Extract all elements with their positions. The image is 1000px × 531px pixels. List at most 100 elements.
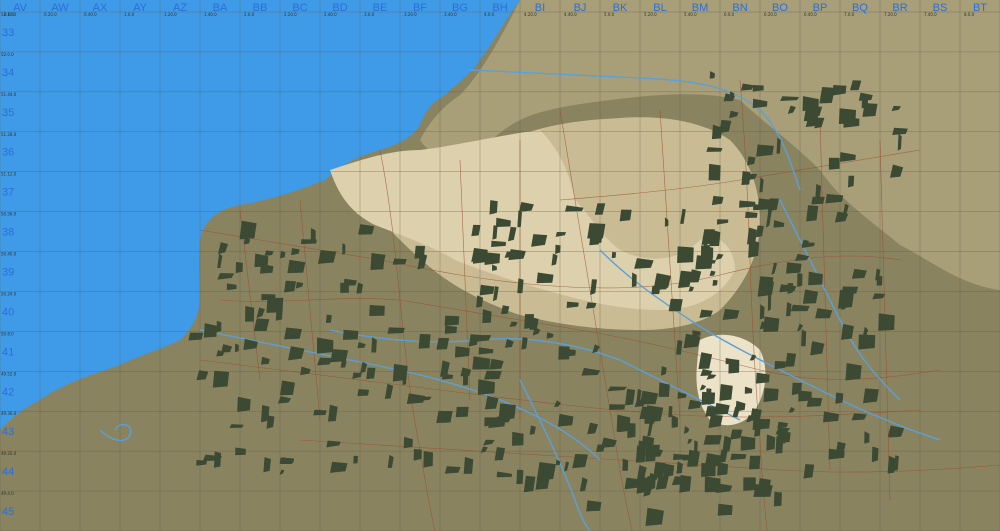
forest-patch xyxy=(414,245,426,259)
row-label-34: 34 xyxy=(2,67,14,79)
forest-patch xyxy=(741,170,751,185)
column-coordinate-label: 7.20.0 xyxy=(884,12,897,17)
forest-patch xyxy=(651,285,661,295)
row-coordinate-label: 52.0.0 xyxy=(1,52,14,57)
forest-patch xyxy=(767,294,772,312)
row-coordinate-label: 51.28.0 xyxy=(1,132,17,137)
row-label-43: 43 xyxy=(2,426,14,438)
column-coordinate-label: 6.0.0 xyxy=(724,12,735,17)
row-label-41: 41 xyxy=(2,346,14,358)
row-label-42: 42 xyxy=(2,386,14,398)
column-coordinate-label: 1.0.0 xyxy=(124,12,135,17)
forest-patch xyxy=(757,198,774,211)
forest-patch xyxy=(316,337,334,354)
row-coordinate-label: 49.36.0 xyxy=(1,411,17,416)
row-coordinate-label: 50.8.0 xyxy=(1,331,14,336)
forest-patch xyxy=(753,203,759,211)
row-label-40: 40 xyxy=(2,306,14,318)
column-coordinate-label: 7.0.0 xyxy=(844,12,855,17)
forest-patch xyxy=(749,455,761,470)
forest-patch xyxy=(284,327,302,340)
column-coordinate-label: 0.20.0 xyxy=(44,12,57,17)
forest-patch xyxy=(237,396,251,412)
forest-patch xyxy=(622,458,629,471)
forest-patch xyxy=(516,469,524,485)
column-coordinate-label: 4.0.0 xyxy=(484,12,495,17)
forest-patch xyxy=(213,451,222,468)
forest-patch xyxy=(752,418,771,430)
row-coordinate-label: 51.44.0 xyxy=(1,92,17,97)
forest-patch xyxy=(313,409,327,416)
forest-patch xyxy=(263,457,271,473)
forest-patch xyxy=(802,289,819,304)
forest-patch xyxy=(862,103,878,117)
forest-patch xyxy=(498,403,516,420)
forest-patch xyxy=(668,405,673,418)
column-coordinate-label: 2.0.0 xyxy=(244,12,255,17)
column-coordinate-label: 1.20.0 xyxy=(164,12,177,17)
forest-patch xyxy=(627,423,636,439)
column-label-bt: BT xyxy=(973,2,987,14)
forest-patch xyxy=(436,410,453,424)
forest-patch xyxy=(444,315,460,326)
forest-patch xyxy=(454,346,470,358)
forest-patch xyxy=(658,382,670,397)
forest-patch xyxy=(212,370,230,388)
forest-patch xyxy=(524,314,534,329)
forest-patch xyxy=(828,157,840,170)
forest-patch xyxy=(611,251,617,259)
column-label-be: BE xyxy=(373,2,388,14)
forest-patch xyxy=(484,370,502,380)
forest-patch xyxy=(455,406,469,418)
forest-patch xyxy=(740,435,756,451)
forest-patch xyxy=(708,163,721,181)
forest-patch xyxy=(392,258,407,265)
forest-patch xyxy=(677,246,694,263)
column-coordinate-label: 5.40.0 xyxy=(684,12,697,17)
column-coordinate-label: 5.20.0 xyxy=(644,12,657,17)
column-label-bq: BQ xyxy=(852,2,868,14)
forest-patch xyxy=(773,491,782,507)
column-label-ay: AY xyxy=(133,2,148,14)
forest-patch xyxy=(371,337,377,353)
forest-patch xyxy=(266,297,284,313)
forest-patch xyxy=(811,196,825,205)
forest-patch xyxy=(803,107,820,122)
forest-patch xyxy=(234,343,239,353)
forest-patch xyxy=(342,243,346,255)
forest-patch xyxy=(310,227,316,244)
column-coordinate-label: 6.40.0 xyxy=(804,12,817,17)
row-label-38: 38 xyxy=(2,227,14,239)
column-coordinate-label: 1.40.0 xyxy=(204,12,217,17)
row-coordinate-label: 50.24.0 xyxy=(1,291,17,296)
forest-patch xyxy=(239,220,257,240)
forest-patch xyxy=(287,259,306,274)
row-label-35: 35 xyxy=(2,107,14,119)
column-coordinate-label: 6.20.0 xyxy=(764,12,777,17)
forest-patch xyxy=(369,305,385,316)
forest-patch xyxy=(703,435,722,445)
row-label-39: 39 xyxy=(2,267,14,279)
forest-patch xyxy=(757,279,774,297)
map-canvas[interactable]: AV0.0.0AW0.20.0AX0.40.0AY1.0.0AZ1.20.0BA… xyxy=(0,0,1000,531)
forest-patch xyxy=(325,314,332,323)
forest-patch xyxy=(887,455,896,474)
forest-patch xyxy=(835,392,844,404)
forest-patch xyxy=(743,477,756,491)
forest-patch xyxy=(387,327,405,334)
forest-patch xyxy=(753,484,773,497)
column-coordinate-label: 3.0.0 xyxy=(364,12,375,17)
column-coordinate-label: 4.40.0 xyxy=(564,12,577,17)
map-view[interactable]: AV 0.0.0 AW 0.20.0 AX 0.40.0 AY 1.0.0 AZ 1.20.0 BA… xyxy=(0,0,1000,531)
forest-patch xyxy=(791,382,802,396)
column-coordinate-label: 8.0.0 xyxy=(964,12,975,17)
forest-patch xyxy=(229,424,244,429)
column-label-bb: BB xyxy=(253,2,268,14)
forest-patch xyxy=(719,384,733,401)
forest-patch xyxy=(342,329,359,340)
forest-patch xyxy=(413,448,422,461)
forest-patch xyxy=(797,273,803,288)
forest-patch xyxy=(283,280,297,293)
forest-patch xyxy=(806,205,819,222)
forest-patch xyxy=(330,461,348,473)
